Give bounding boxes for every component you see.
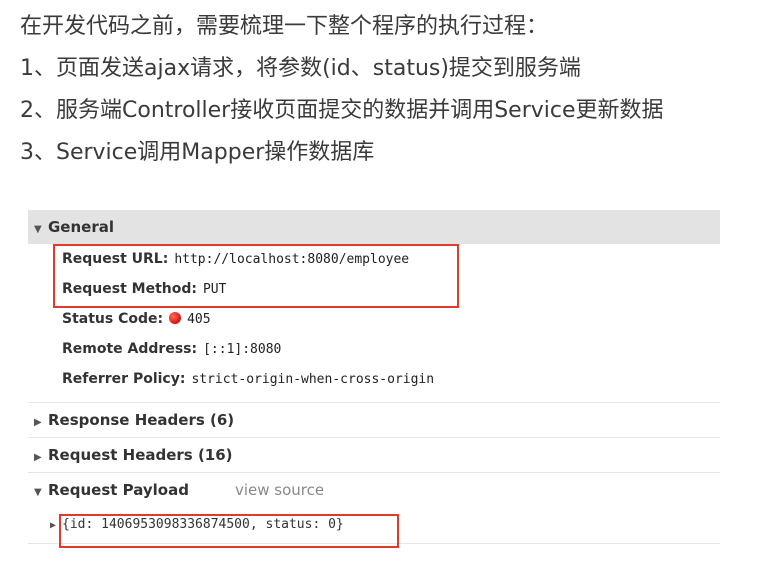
- status-code-key: Status Code:: [62, 311, 164, 327]
- view-source-link[interactable]: view source: [235, 481, 324, 499]
- request-payload-title: Request Payload: [48, 481, 189, 499]
- devtools-headers-panel: ▼ General Request URL: http://localhost:80…: [28, 210, 720, 548]
- url-method-highlight: [53, 244, 459, 308]
- status-error-icon: [169, 312, 182, 324]
- request-headers-title: Request Headers (16): [48, 446, 233, 464]
- remote-address-key: Remote Address:: [62, 341, 198, 357]
- request-payload-section-header[interactable]: ▼ Request Payload view source: [28, 473, 720, 507]
- response-headers-title: Response Headers (6): [48, 411, 235, 429]
- request-headers-section-header[interactable]: ▶ Request Headers (16): [28, 438, 720, 473]
- referrer-policy-value: strict-origin-when-cross-origin: [191, 372, 435, 387]
- note-step-1: 1、页面发送ajax请求，将参数(id、status)提交到服务端: [20, 56, 581, 81]
- referrer-policy-key: Referrer Policy:: [62, 371, 186, 387]
- triangle-down-icon: ▼: [34, 224, 42, 235]
- triangle-down-icon: ▼: [34, 487, 42, 498]
- status-code-value: 405: [187, 312, 211, 327]
- referrer-policy-row: Referrer Policy: strict-origin-when-cross…: [62, 364, 720, 394]
- note-step-2: 2、服务端Controller接收页面提交的数据并调用Service更新数据: [20, 98, 664, 123]
- triangle-right-icon: ▶: [34, 452, 42, 463]
- note-step-3: 3、Service调用Mapper操作数据库: [20, 140, 375, 165]
- general-section-header[interactable]: ▼ General: [28, 210, 720, 244]
- general-title: General: [48, 218, 114, 236]
- payload-highlight: [59, 514, 399, 548]
- remote-address-value: [::1]:8080: [203, 342, 282, 357]
- triangle-right-icon: ▶: [34, 417, 42, 428]
- response-headers-section-header[interactable]: ▶ Response Headers (6): [28, 403, 720, 438]
- explanation-text: 在开发代码之前，需要梳理一下整个程序的执行过程： 1、页面发送ajax请求，将参…: [20, 6, 770, 174]
- status-code-row: Status Code: 405: [62, 304, 720, 334]
- note-intro: 在开发代码之前，需要梳理一下整个程序的执行过程：: [20, 14, 549, 39]
- remote-address-row: Remote Address: [::1]:8080: [62, 334, 720, 364]
